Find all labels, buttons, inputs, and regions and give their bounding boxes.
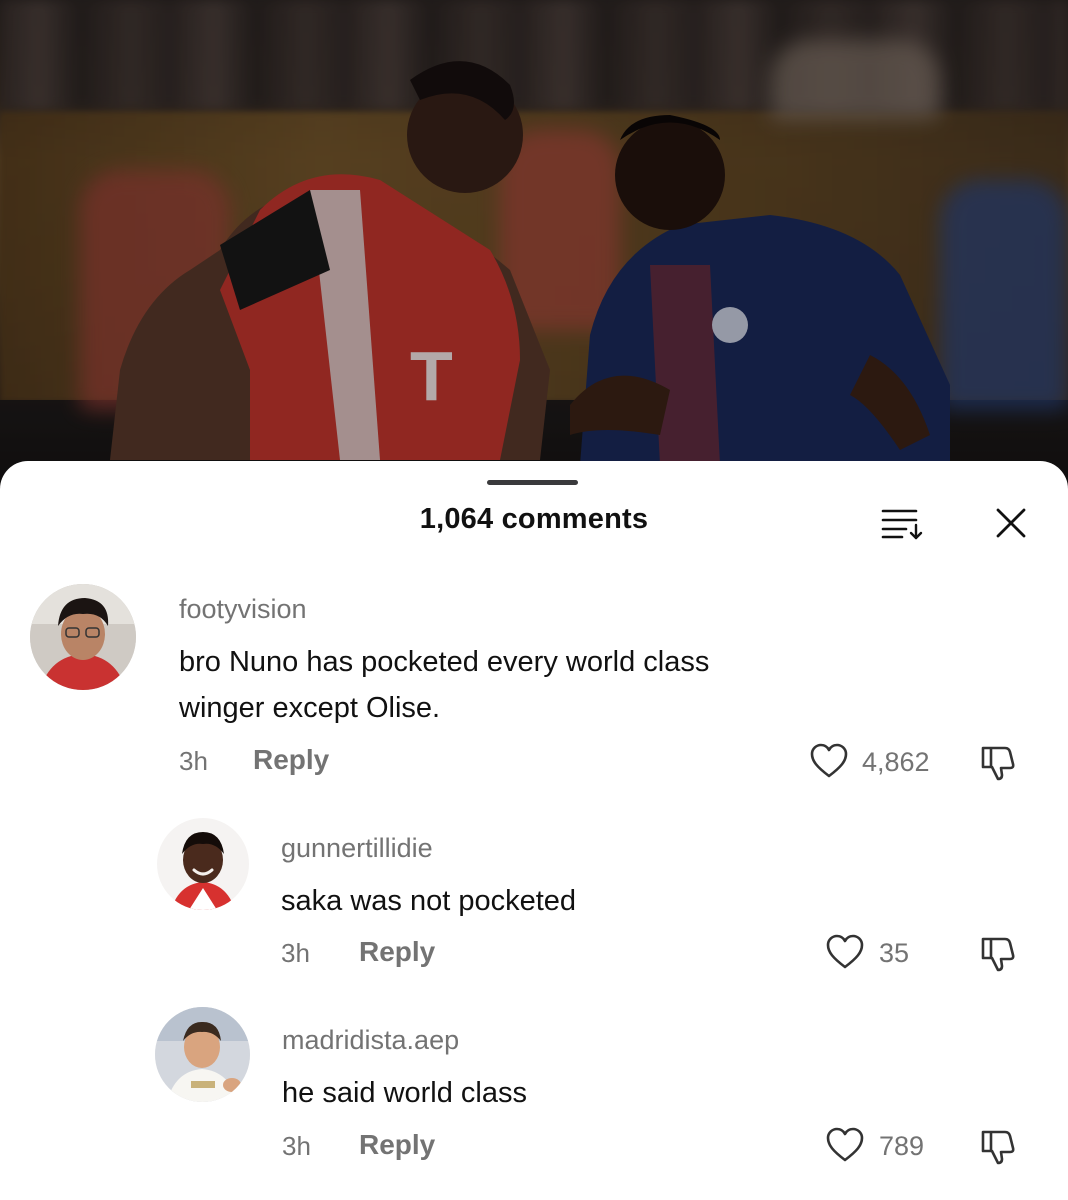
thumbs-down-icon[interactable] bbox=[979, 1126, 1017, 1166]
heart-icon[interactable] bbox=[825, 1126, 865, 1164]
comment-text-line: he said world class bbox=[282, 1077, 527, 1109]
video-frame[interactable]: T bbox=[0, 0, 1068, 500]
reply-button[interactable]: Reply bbox=[359, 1129, 435, 1161]
avatar-image bbox=[155, 1007, 250, 1102]
avatar[interactable] bbox=[155, 1007, 250, 1102]
screen: T 1,064 comments footyvision bro Nuno ha… bbox=[0, 0, 1068, 1200]
like-count: 789 bbox=[879, 1131, 925, 1161]
comment-timestamp: 3h bbox=[282, 1131, 311, 1161]
comments-sheet: 1,064 comments footyvision bro Nuno has … bbox=[0, 461, 1068, 1200]
comment-item: madridista.aep he said world class 3h Re… bbox=[0, 461, 1068, 1181]
video-dim-overlay bbox=[0, 0, 1068, 500]
comment-username[interactable]: madridista.aep bbox=[282, 1025, 459, 1056]
